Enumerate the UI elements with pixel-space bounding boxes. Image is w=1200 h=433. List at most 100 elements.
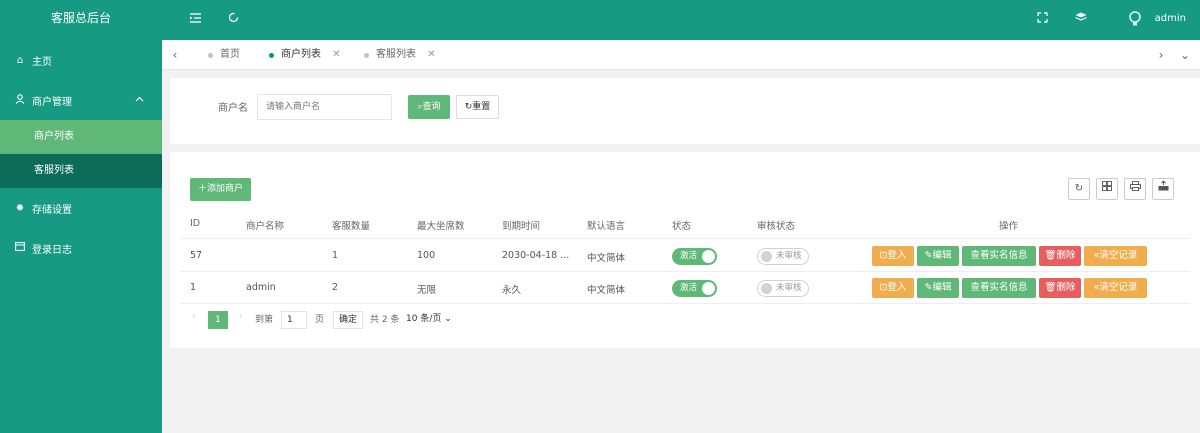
prev-page-icon[interactable]: ‹ — [192, 312, 196, 322]
plus-icon: ＋ — [197, 184, 207, 194]
query-button[interactable]: ⌕查询 — [408, 95, 450, 119]
chevron-up-icon — [135, 94, 144, 105]
view-id-info-button[interactable]: 查看实名信息 — [962, 278, 1036, 298]
export-icon[interactable] — [1152, 178, 1174, 200]
query-button-label: 查询 — [422, 102, 441, 112]
sidebar-item-merchant-management[interactable]: 商户管理 — [0, 80, 162, 120]
delete-label: 删除 — [1056, 250, 1076, 261]
table-panel: ＋添加商户 ↻ ID 商户名称 客服数量 最大坐席数 到期时间 默认语言 状态 … — [170, 152, 1200, 348]
login-label: 登入 — [887, 282, 907, 293]
menu-toggle-icon[interactable] — [190, 12, 202, 26]
confirm-button[interactable]: 确定 — [333, 311, 364, 329]
user-icon — [14, 93, 26, 107]
trash-icon: 🗑 — [1044, 250, 1057, 261]
per-page-select[interactable]: 10 条/页 ⌄ — [406, 311, 452, 329]
review-label: 未审核 — [776, 251, 802, 261]
layers-icon[interactable] — [1075, 12, 1087, 26]
print-icon[interactable] — [1124, 178, 1146, 200]
sidebar-item-label: 存储设置 — [32, 204, 72, 216]
sidebar-item-label: 主页 — [32, 56, 52, 68]
chevron-down-icon: ⌄ — [444, 314, 452, 324]
column-header: 到期时间 — [502, 221, 541, 232]
tab-dot — [208, 53, 213, 58]
column-header: 默认语言 — [587, 221, 626, 232]
clear-records-button[interactable]: «清空记录 — [1084, 246, 1147, 266]
sidebar-item-label: 登录日志 — [32, 244, 72, 256]
delete-label: 删除 — [1056, 282, 1076, 293]
sidebar-item-home[interactable]: ⌂ 主页 — [0, 40, 162, 80]
tab-dropdown-button[interactable]: ⌄ — [1174, 40, 1196, 70]
login-label: 登入 — [887, 250, 907, 261]
login-button[interactable]: ⊡登入 — [872, 278, 914, 298]
sidebar-submenu: 商户列表 客服列表 — [0, 120, 162, 188]
gear-icon: ✹ — [15, 202, 25, 214]
merchant-name-input[interactable] — [257, 94, 392, 120]
row-divider — [180, 238, 1190, 239]
review-switch[interactable]: 未审核 — [757, 280, 809, 297]
tab-label: 商户列表 — [281, 49, 321, 60]
tab-home[interactable]: 首页 — [204, 40, 240, 70]
tab-next-button[interactable]: › — [1150, 40, 1172, 70]
fullscreen-icon[interactable] — [1037, 12, 1048, 26]
cell-agents: 1 — [332, 250, 339, 261]
search-panel: 商户名 ⌕查询 ↻重置 — [170, 78, 1200, 144]
login-button[interactable]: ⊡登入 — [872, 246, 914, 266]
refresh-icon[interactable]: ↻ — [1068, 178, 1090, 200]
column-header: ID — [190, 218, 201, 229]
tab-bar: ‹ 首页 商户列表 ✕ 客服列表 ✕ › ⌄ — [162, 40, 1200, 70]
next-page-icon[interactable]: › — [239, 312, 243, 322]
row-divider — [180, 303, 1190, 304]
tab-agent-list[interactable]: 客服列表 ✕ — [360, 40, 436, 70]
tab-dot — [269, 53, 274, 58]
add-merchant-label: 添加商户 — [207, 184, 244, 194]
page-input[interactable]: 1 — [281, 311, 307, 329]
clear-records-button[interactable]: «清空记录 — [1084, 278, 1147, 298]
column-header: 操作 — [999, 221, 1019, 232]
add-merchant-button[interactable]: ＋添加商户 — [190, 178, 251, 201]
total-count: 共 2 条 — [370, 315, 400, 325]
avatar-icon[interactable] — [1128, 11, 1142, 30]
app-title: 客服总后台 — [50, 11, 111, 25]
sidebar-item-storage-settings[interactable]: ✹ 存储设置 — [0, 188, 162, 228]
home-icon: ⌂ — [16, 54, 24, 66]
tab-prev-button[interactable]: ‹ — [164, 40, 186, 70]
current-page[interactable]: 1 — [208, 311, 228, 329]
column-header: 客服数量 — [332, 221, 371, 232]
edit-button[interactable]: ✎编辑 — [917, 246, 959, 266]
status-switch[interactable]: 激活 — [672, 280, 717, 297]
columns-icon[interactable] — [1096, 178, 1118, 200]
status-switch[interactable]: 激活 — [672, 248, 717, 265]
sidebar-item-login-log[interactable]: 登录日志 — [0, 228, 162, 268]
calendar-icon — [14, 242, 26, 254]
goto-label: 到第 — [255, 315, 274, 325]
edit-button[interactable]: ✎编辑 — [917, 278, 959, 298]
sidebar-item-merchant-list[interactable]: 商户列表 — [0, 120, 162, 154]
per-page-value: 10 条/页 — [406, 314, 442, 324]
cell-id: 1 — [190, 282, 197, 293]
review-label: 未审核 — [776, 283, 802, 293]
refresh-icon[interactable] — [228, 12, 239, 26]
review-switch[interactable]: 未审核 — [757, 248, 809, 265]
page-suffix: 页 — [315, 315, 325, 325]
tab-merchant-list[interactable]: 商户列表 ✕ — [265, 40, 341, 70]
view-id-info-button[interactable]: 查看实名信息 — [962, 246, 1036, 266]
switch-knob — [761, 283, 772, 294]
reset-button[interactable]: ↻重置 — [456, 95, 499, 119]
close-icon[interactable]: ✕ — [427, 49, 435, 60]
close-icon[interactable]: ✕ — [332, 49, 340, 60]
tab-label: 首页 — [220, 49, 240, 60]
sidebar-item-label: 商户管理 — [32, 96, 72, 108]
merchant-name-label: 商户名 — [218, 103, 248, 114]
switch-knob — [702, 282, 715, 295]
column-header: 审核状态 — [757, 221, 796, 232]
delete-button[interactable]: 🗑删除 — [1039, 246, 1081, 266]
sidebar-item-agent-list[interactable]: 客服列表 — [0, 154, 162, 188]
cell-language: 中文简体 — [587, 285, 626, 296]
cell-id: 57 — [190, 250, 203, 261]
delete-button[interactable]: 🗑删除 — [1039, 278, 1081, 298]
row-divider — [180, 271, 1190, 272]
cell-max-seats: 无限 — [417, 285, 437, 296]
user-name[interactable]: admin — [1155, 13, 1186, 24]
clear-label: 清空记录 — [1099, 282, 1138, 293]
clear-label: 清空记录 — [1099, 250, 1138, 261]
